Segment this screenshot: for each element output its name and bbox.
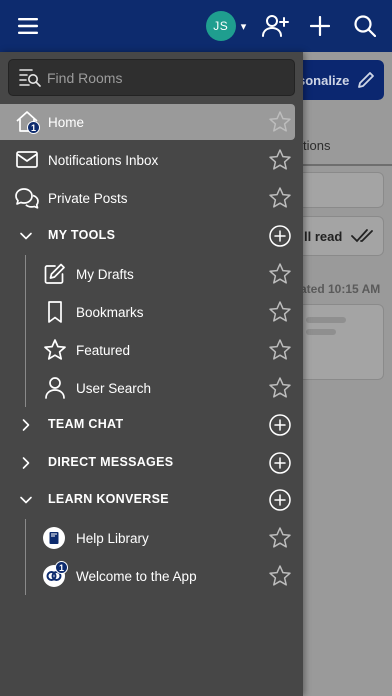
add-user-button[interactable] bbox=[255, 0, 295, 52]
divider bbox=[303, 164, 392, 166]
nav-item-help-library[interactable]: Help Library bbox=[0, 520, 303, 556]
create-button[interactable] bbox=[300, 0, 340, 52]
updated-timestamp: ated 10:15 AM bbox=[300, 282, 381, 296]
avatar: JS bbox=[205, 11, 236, 41]
add-user-icon bbox=[262, 15, 289, 37]
list-search-icon bbox=[19, 69, 41, 87]
chevron-right-icon bbox=[22, 457, 30, 469]
background-filter-box bbox=[300, 172, 384, 208]
user-icon bbox=[45, 377, 65, 399]
section-label: DIRECT MESSAGES bbox=[48, 455, 174, 469]
star-icon[interactable] bbox=[268, 526, 292, 550]
nav-item-label: Private Posts bbox=[48, 190, 128, 206]
chevron-down-icon bbox=[20, 232, 32, 240]
star-icon[interactable] bbox=[268, 110, 292, 134]
star-icon[interactable] bbox=[268, 376, 292, 400]
nav-item-label: My Drafts bbox=[76, 266, 134, 282]
star-outline-icon bbox=[44, 339, 66, 360]
search-icon bbox=[354, 15, 376, 37]
bookmark-icon bbox=[48, 301, 62, 323]
personalize-label: sonalize bbox=[298, 72, 350, 88]
nav-item-label: Welcome to the App bbox=[76, 568, 197, 584]
top-app-bar: JS ▾ bbox=[0, 0, 392, 52]
nav-item-label: User Search bbox=[76, 380, 152, 396]
caret-down-icon: ▾ bbox=[240, 20, 247, 33]
find-rooms-search[interactable] bbox=[8, 59, 295, 96]
double-check-icon bbox=[351, 229, 373, 243]
envelope-icon bbox=[16, 151, 38, 168]
hamburger-menu-icon bbox=[18, 18, 38, 34]
star-icon[interactable] bbox=[268, 300, 292, 324]
section-my-tools[interactable]: MY TOOLS bbox=[0, 218, 303, 254]
nav-item-label: Notifications Inbox bbox=[48, 152, 159, 168]
nav-item-my-drafts[interactable]: My Drafts bbox=[0, 256, 303, 292]
star-icon[interactable] bbox=[268, 564, 292, 588]
star-icon[interactable] bbox=[268, 262, 292, 286]
nav-item-home[interactable]: 1 Home bbox=[0, 104, 295, 140]
nav-item-welcome-to-the-app[interactable]: 1 Welcome to the App bbox=[0, 558, 303, 594]
search-button[interactable] bbox=[344, 0, 386, 52]
section-label: MY TOOLS bbox=[48, 228, 116, 242]
nav-item-private-posts[interactable]: Private Posts bbox=[0, 180, 303, 216]
section-learn-konverse[interactable]: LEARN KONVERSE bbox=[0, 482, 303, 518]
add-circle-icon[interactable] bbox=[268, 224, 292, 248]
nav-item-label: Featured bbox=[76, 342, 131, 358]
pencil-icon bbox=[358, 72, 374, 88]
hamburger-menu-button[interactable] bbox=[8, 0, 48, 52]
section-label: LEARN KONVERSE bbox=[48, 492, 169, 506]
nav-item-label: Bookmarks bbox=[76, 304, 144, 320]
welcome-count-badge: 1 bbox=[55, 561, 68, 574]
account-menu-button[interactable]: JS ▾ bbox=[202, 0, 250, 52]
nav-item-bookmarks[interactable]: Bookmarks bbox=[0, 294, 303, 330]
star-icon[interactable] bbox=[268, 186, 292, 210]
mark-all-read-label: ll read bbox=[304, 228, 343, 244]
mark-all-read-button[interactable]: ll read bbox=[300, 216, 384, 256]
personalize-button[interactable]: sonalize bbox=[290, 60, 384, 100]
book-icon bbox=[43, 527, 65, 549]
section-label: TEAM CHAT bbox=[48, 417, 124, 431]
plus-icon bbox=[310, 16, 330, 36]
add-circle-icon[interactable] bbox=[268, 451, 292, 475]
home-count-badge: 1 bbox=[27, 121, 40, 134]
edit-icon bbox=[44, 263, 65, 284]
navigation-drawer: 1 Home Notifications Inbox Private Posts bbox=[0, 52, 303, 696]
nav-item-label: Home bbox=[48, 114, 85, 130]
nav-item-user-search[interactable]: User Search bbox=[0, 370, 303, 406]
chevron-right-icon bbox=[22, 419, 30, 431]
background-card bbox=[300, 304, 384, 380]
nav-item-featured[interactable]: Featured bbox=[0, 332, 303, 368]
star-icon[interactable] bbox=[268, 338, 292, 362]
section-direct-messages[interactable]: DIRECT MESSAGES bbox=[0, 445, 303, 481]
find-rooms-input[interactable] bbox=[47, 60, 287, 95]
section-team-chat[interactable]: TEAM CHAT bbox=[0, 407, 303, 443]
chat-bubbles-icon bbox=[15, 188, 39, 209]
nav-item-notifications-inbox[interactable]: Notifications Inbox bbox=[0, 142, 303, 178]
star-icon[interactable] bbox=[268, 148, 292, 172]
nav-item-label: Help Library bbox=[76, 530, 149, 546]
add-circle-icon[interactable] bbox=[268, 413, 292, 437]
background-tab-label: tions bbox=[303, 138, 331, 153]
add-circle-icon[interactable] bbox=[268, 488, 292, 512]
chevron-down-icon bbox=[20, 496, 32, 504]
